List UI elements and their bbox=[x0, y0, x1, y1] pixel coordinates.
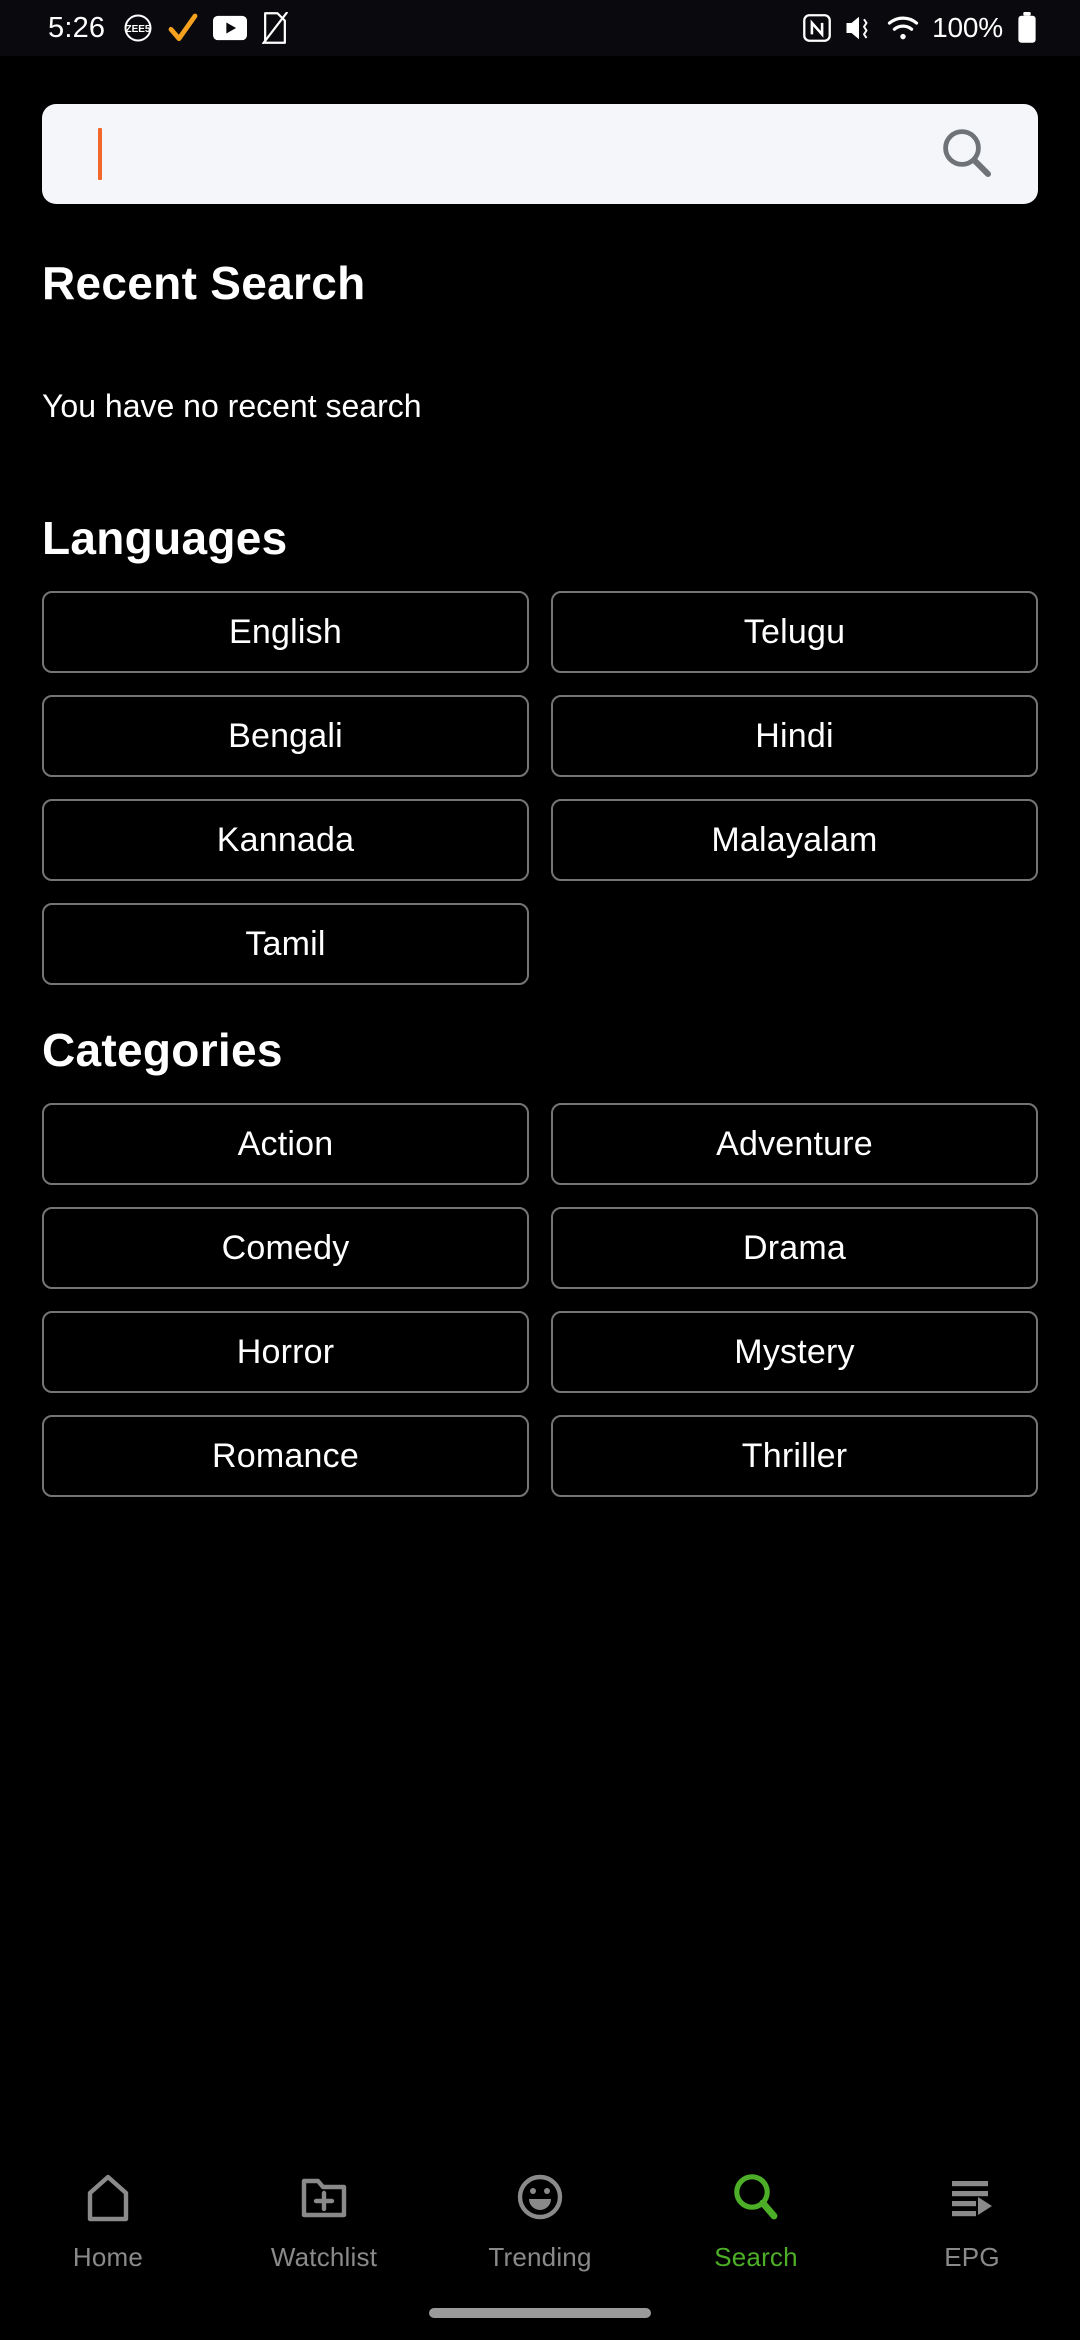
nav-label-search: Search bbox=[714, 2242, 798, 2272]
language-chip[interactable]: Bengali bbox=[42, 695, 529, 777]
category-chip[interactable]: Horror bbox=[42, 1311, 529, 1393]
text-cursor bbox=[98, 128, 102, 180]
nav-label-watchlist: Watchlist bbox=[270, 2242, 378, 2272]
status-time: 5:26 bbox=[48, 11, 106, 44]
status-bar: 5:26 ZEE5 100% bbox=[0, 0, 1080, 56]
battery-full-icon bbox=[1016, 12, 1038, 44]
categories-grid: Action Adventure Comedy Drama Horror Mys… bbox=[42, 1103, 1038, 1497]
category-chip[interactable]: Thriller bbox=[551, 1415, 1038, 1497]
search-icon[interactable] bbox=[938, 124, 994, 185]
categories-title: Categories bbox=[42, 1024, 283, 1076]
language-chip[interactable]: Telugu bbox=[551, 591, 1038, 673]
status-bar-left: 5:26 ZEE5 bbox=[48, 12, 289, 45]
home-indicator[interactable] bbox=[429, 2308, 651, 2318]
nav-item-watchlist[interactable]: Watchlist bbox=[216, 2166, 432, 2273]
nav-label-trending: Trending bbox=[488, 2242, 592, 2272]
home-icon bbox=[82, 2166, 134, 2228]
svg-text:ZEE5: ZEE5 bbox=[126, 24, 151, 35]
zee5-app-icon: ZEE5 bbox=[123, 13, 153, 43]
language-chip[interactable]: Kannada bbox=[42, 799, 529, 881]
folder-plus-icon bbox=[298, 2166, 350, 2228]
bottom-navigation-bar: Home Watchlist Trending Search EPG bbox=[0, 2144, 1080, 2340]
orange-checkmark-icon bbox=[167, 12, 199, 44]
main-content: Recent Search You have no recent search … bbox=[0, 256, 1080, 1497]
search-bar[interactable] bbox=[42, 104, 1038, 204]
nav-label-home: Home bbox=[72, 2242, 144, 2272]
category-chip[interactable]: Romance bbox=[42, 1415, 529, 1497]
category-chip[interactable]: Adventure bbox=[551, 1103, 1038, 1185]
languages-grid: English Telugu Bengali Hindi Kannada Mal… bbox=[42, 591, 1038, 985]
nav-item-epg[interactable]: EPG bbox=[864, 2166, 1080, 2273]
category-chip[interactable]: Comedy bbox=[42, 1207, 529, 1289]
nav-item-home[interactable]: Home bbox=[0, 2166, 216, 2273]
category-chip[interactable]: Mystery bbox=[551, 1311, 1038, 1393]
language-chip[interactable]: English bbox=[42, 591, 529, 673]
language-chip[interactable]: Malayalam bbox=[551, 799, 1038, 881]
wifi-icon bbox=[887, 15, 919, 41]
status-bar-right: 100% bbox=[803, 12, 1038, 44]
recent-search-empty-message: You have no recent search bbox=[42, 388, 422, 424]
recent-search-title: Recent Search bbox=[42, 257, 366, 309]
nav-item-trending[interactable]: Trending bbox=[432, 2166, 648, 2273]
language-chip[interactable]: Hindi bbox=[551, 695, 1038, 777]
volume-mute-vibrate-icon bbox=[844, 14, 874, 42]
smiley-icon bbox=[514, 2166, 566, 2228]
search-icon bbox=[730, 2166, 782, 2228]
battery-percent-label: 100% bbox=[932, 12, 1003, 43]
epg-list-icon bbox=[946, 2166, 998, 2228]
nfc-icon bbox=[803, 14, 832, 42]
category-chip[interactable]: Action bbox=[42, 1103, 529, 1185]
search-bar-container bbox=[0, 56, 1080, 204]
nav-label-epg: EPG bbox=[944, 2242, 1000, 2272]
languages-title: Languages bbox=[42, 512, 288, 564]
document-off-icon bbox=[261, 12, 289, 44]
nav-item-search[interactable]: Search bbox=[648, 2166, 864, 2273]
language-chip[interactable]: Tamil bbox=[42, 903, 529, 985]
category-chip[interactable]: Drama bbox=[551, 1207, 1038, 1289]
youtube-icon bbox=[213, 15, 248, 41]
